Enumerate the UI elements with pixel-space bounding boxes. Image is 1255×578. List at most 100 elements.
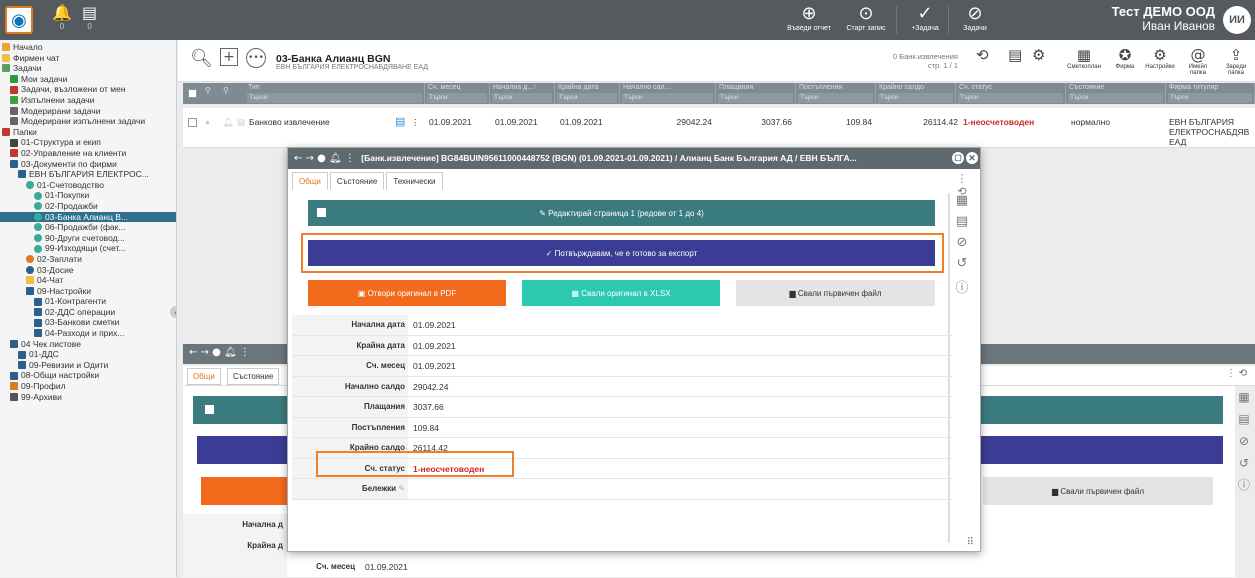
sidebar-item[interactable]: 99-Изходящи (счет... [0, 243, 176, 254]
sidebar-item[interactable]: 03-Досие [0, 264, 176, 275]
edit-page-button[interactable]: ✎ Редактирай страница 1 (редове от 1 до … [308, 200, 935, 226]
company-info[interactable]: Тест ДЕМО ООД Иван Иванов [1112, 5, 1215, 34]
column-end-date[interactable]: Крайна дата Търси [555, 83, 620, 104]
tab-general[interactable]: Общи [292, 172, 328, 190]
filter-input[interactable]: Търси [718, 93, 793, 103]
sidebar-item[interactable]: 04-Разходи и прих... [0, 328, 176, 339]
sidebar-item[interactable]: 02-Продажби [0, 201, 176, 212]
select-all-checkbox[interactable] [188, 89, 197, 98]
comment-icon[interactable]: ▤ [1235, 408, 1253, 430]
upload-button[interactable]: ⇪ Зареди папка [1218, 46, 1254, 76]
history-icon[interactable]: ↺ [1235, 452, 1253, 474]
confirm-export-button[interactable]: ✓ Потвърждавам, че е готово за експорт [308, 240, 935, 266]
edit-icon[interactable]: ✎ [398, 484, 405, 493]
download-xlsx-button[interactable]: ▦ Свали оригинал в XLSX [522, 280, 720, 306]
sidebar-item[interactable]: 02-Заплати [0, 254, 176, 265]
sidebar-item[interactable]: 01-Покупки [0, 190, 176, 201]
filter-input[interactable]: Търси [557, 93, 617, 103]
sidebar-item[interactable]: 01-Счетоводство [0, 180, 176, 191]
sync-icon[interactable]: ⋮ ⟲ [1226, 368, 1247, 379]
filter-input[interactable]: Търси [1068, 93, 1163, 103]
filter-input[interactable]: Търси [427, 93, 487, 103]
sidebar-item[interactable]: Папки [0, 127, 176, 138]
sidebar-item[interactable]: Задачи [0, 63, 176, 74]
grid-icon[interactable]: ▦ [1235, 386, 1253, 408]
sidebar-item[interactable]: Фирмен чат [0, 53, 176, 64]
check-circle-icon[interactable]: ⊘ [1235, 430, 1253, 452]
sidebar-item[interactable]: Модерирани изпълнени задачи [0, 116, 176, 127]
report-button[interactable]: ⊕ Въведи отчет [785, 3, 833, 32]
sidebar-item[interactable]: 03-Банкови сметки [0, 317, 176, 328]
table-row[interactable]: ● 🔔︎ ▤ Банково извлечение ▤ ⋮ 01.09.2021… [183, 108, 1255, 148]
add-icon[interactable]: + [220, 48, 238, 66]
more-icon[interactable]: ••• [246, 48, 266, 68]
messages-button[interactable]: ▤ 0 [82, 4, 97, 32]
check-circle-icon[interactable]: ⊘ [951, 235, 973, 256]
filter-input[interactable]: Търси [878, 93, 953, 103]
filter-input[interactable]: Търси [1168, 93, 1252, 103]
column-type[interactable]: Тип Търси [245, 83, 425, 104]
nav-arrows-icon[interactable]: ← → ● 🔔︎ ⋮ [189, 347, 250, 358]
checkbox[interactable] [205, 405, 214, 414]
sidebar-item[interactable]: 01-ДДС [0, 349, 176, 360]
sidebar-item[interactable]: 09-Профил [0, 381, 176, 392]
row-checkbox[interactable] [188, 118, 197, 127]
modal-nav-icon[interactable]: ← → ● 🔔︎ ⋮ [288, 153, 355, 164]
filter-icon[interactable]: ⚲ [205, 86, 211, 95]
sidebar-item[interactable]: Начало [0, 42, 176, 53]
open-pdf-button[interactable]: ▣ Отвори оригинал в PDF [308, 280, 506, 306]
column-month[interactable]: Сч. месец Търси [425, 83, 490, 104]
email-folder-button[interactable]: @ Имейл папка [1180, 46, 1216, 76]
avatar[interactable]: ИИ [1223, 6, 1251, 34]
sidebar-item[interactable]: Изпълнени задачи [0, 95, 176, 106]
sidebar-item[interactable]: ЕВН БЪЛГАРИЯ ЕЛЕКТРОС... [0, 169, 176, 180]
resize-handle-icon[interactable]: ⠿ [967, 537, 974, 548]
settings-button[interactable]: ⚙ Настройки [1144, 46, 1176, 70]
sidebar-item[interactable]: 03-Документи по фирми [0, 159, 176, 170]
column-status[interactable]: Сч. статус Търси [956, 83, 1066, 104]
row-menu-icon[interactable]: ⋮ [411, 117, 420, 128]
sidebar-item[interactable]: 06-Продажби (фак... [0, 222, 176, 233]
filter-input[interactable]: Търси [798, 93, 873, 103]
gears-button[interactable]: ⚙ [1032, 46, 1045, 64]
maximize-icon[interactable]: ▢ [952, 152, 964, 164]
comment-button[interactable]: ▤ [1008, 46, 1022, 64]
close-icon[interactable]: ✕ [966, 152, 978, 164]
sidebar-item[interactable]: 09-Настройки [0, 286, 176, 297]
column-state[interactable]: Състояние Търси [1066, 83, 1166, 104]
column-payments[interactable]: Плащания Търси [716, 83, 796, 104]
open-pdf-button[interactable] [201, 477, 301, 505]
document-icon[interactable]: ▤ [395, 115, 405, 128]
sidebar-item[interactable]: 02-ДДС операции [0, 307, 176, 318]
app-logo[interactable]: ◉ [5, 6, 33, 34]
collapse-sidebar-button[interactable]: ‹ [170, 306, 176, 318]
notifications-button[interactable]: 🔔 0 [52, 4, 72, 32]
download-primary-button[interactable]: ▆ Свали първичен файл [983, 477, 1213, 505]
filter-input[interactable]: Търси [958, 93, 1063, 103]
column-holder[interactable]: Фирма титуляр Търси [1166, 83, 1255, 104]
sidebar-item[interactable]: 04-Чат [0, 275, 176, 286]
chart-of-accounts-button[interactable]: ▦ Сметкоплан [1066, 46, 1102, 70]
column-start-date[interactable]: Начална д...↑ Търси [490, 83, 555, 104]
sidebar-item[interactable]: 03-Банка Алианц В... [0, 211, 176, 223]
filter-input[interactable]: Търси [247, 93, 422, 103]
grid-icon[interactable]: ▦ [951, 193, 973, 214]
sidebar-item[interactable]: 02-Управление на клиенти [0, 148, 176, 159]
sidebar-item[interactable]: Модерирани задачи [0, 106, 176, 117]
filter-input[interactable]: Търси [622, 93, 713, 103]
tab-general[interactable]: Общи [187, 368, 221, 385]
sidebar-item[interactable]: 09-Ревизии и Одити [0, 360, 176, 371]
tasks-button[interactable]: ⊘ Задачи [955, 3, 995, 32]
sync-button[interactable]: ⟲ [976, 46, 989, 64]
tab-state[interactable]: Състояние [227, 368, 280, 385]
sidebar-item[interactable]: Задачи, възложени от мен [0, 84, 176, 95]
more-vertical-icon[interactable]: ⋮ ⟲ [951, 172, 973, 198]
sidebar-item[interactable]: 99-Архиви [0, 392, 176, 403]
record-button[interactable]: ⊙ Старт запис [842, 3, 890, 32]
add-task-button[interactable]: ✓ +Задача [905, 3, 945, 32]
comment-icon[interactable]: ▤ [951, 214, 973, 235]
sidebar-item[interactable]: 90-Други счетовод... [0, 233, 176, 244]
history-icon[interactable]: ↺ [951, 256, 973, 277]
page-checkbox[interactable] [317, 208, 326, 217]
sidebar-item[interactable]: 01-Структура и екип [0, 137, 176, 148]
